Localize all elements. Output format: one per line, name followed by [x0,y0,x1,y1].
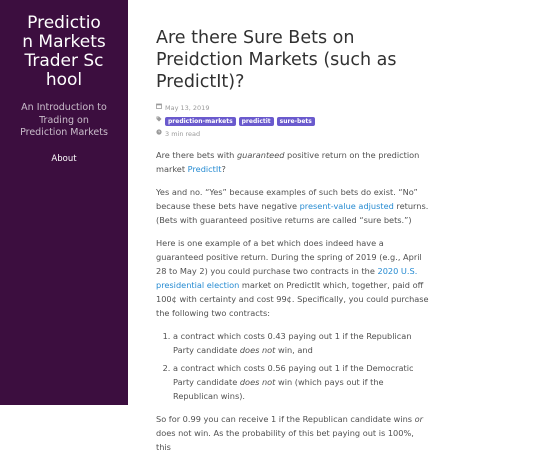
list-item: a contract which costs 0.43 paying out 1… [173,329,430,357]
text: So for 0.99 you can receive 1 if the Rep… [156,414,415,424]
site-title[interactable]: Prediction Markets Trader School [0,14,128,90]
emphasis: guaranteed [236,150,285,160]
post-content: Are there Sure Bets on Preidction Market… [156,27,430,463]
nav-link-about[interactable]: About [0,154,128,164]
tag-predictit[interactable]: predictit [238,116,274,126]
paragraph-yes-no: Yes and no. “Yes” because examples of su… [156,185,430,227]
post-read-time-row: 3 min read [156,129,430,139]
post-date: May 13, 2019 [165,104,210,112]
text: win, and [275,345,313,355]
paragraph-conclusion: So for 0.99 you can receive 1 if the Rep… [156,412,430,454]
clock-icon [156,129,162,139]
contracts-list: a contract which costs 0.43 paying out 1… [156,329,430,403]
list-item: a contract which costs 0.56 paying out 1… [173,361,430,403]
site-tagline: An Introduction to Trading on Prediction… [20,102,108,138]
link-present-value-adjusted[interactable]: present-value adjusted [300,201,394,211]
tag-sure-bets[interactable]: sure-bets [276,116,315,126]
post-tags-row: prediction-markets predictit sure-bets [156,116,430,126]
text: does not win. As the probability of this… [156,428,414,452]
post-read-time: 3 min read [165,130,201,138]
paragraph-example: Here is one example of a bet which does … [156,236,430,320]
post-date-row: May 13, 2019 [156,103,430,113]
text: Are there bets with [156,150,237,160]
emphasis: does not [239,377,276,387]
text: ? [221,164,226,174]
sidebar: Prediction Markets Trader School An Intr… [0,0,128,405]
post-meta: May 13, 2019 prediction-markets predicti… [156,103,430,139]
post-title: Are there Sure Bets on Preidction Market… [156,28,397,92]
link-predictit[interactable]: PredictIt [188,164,222,174]
tag-icon [156,116,162,126]
post-body: Are there bets with guaranteed positive … [156,148,430,454]
paragraph-intro: Are there bets with guaranteed positive … [156,148,430,176]
emphasis: does not [239,345,276,355]
tag-prediction-markets[interactable]: prediction-markets [165,116,236,126]
emphasis: or [414,414,424,424]
calendar-icon [156,103,162,113]
